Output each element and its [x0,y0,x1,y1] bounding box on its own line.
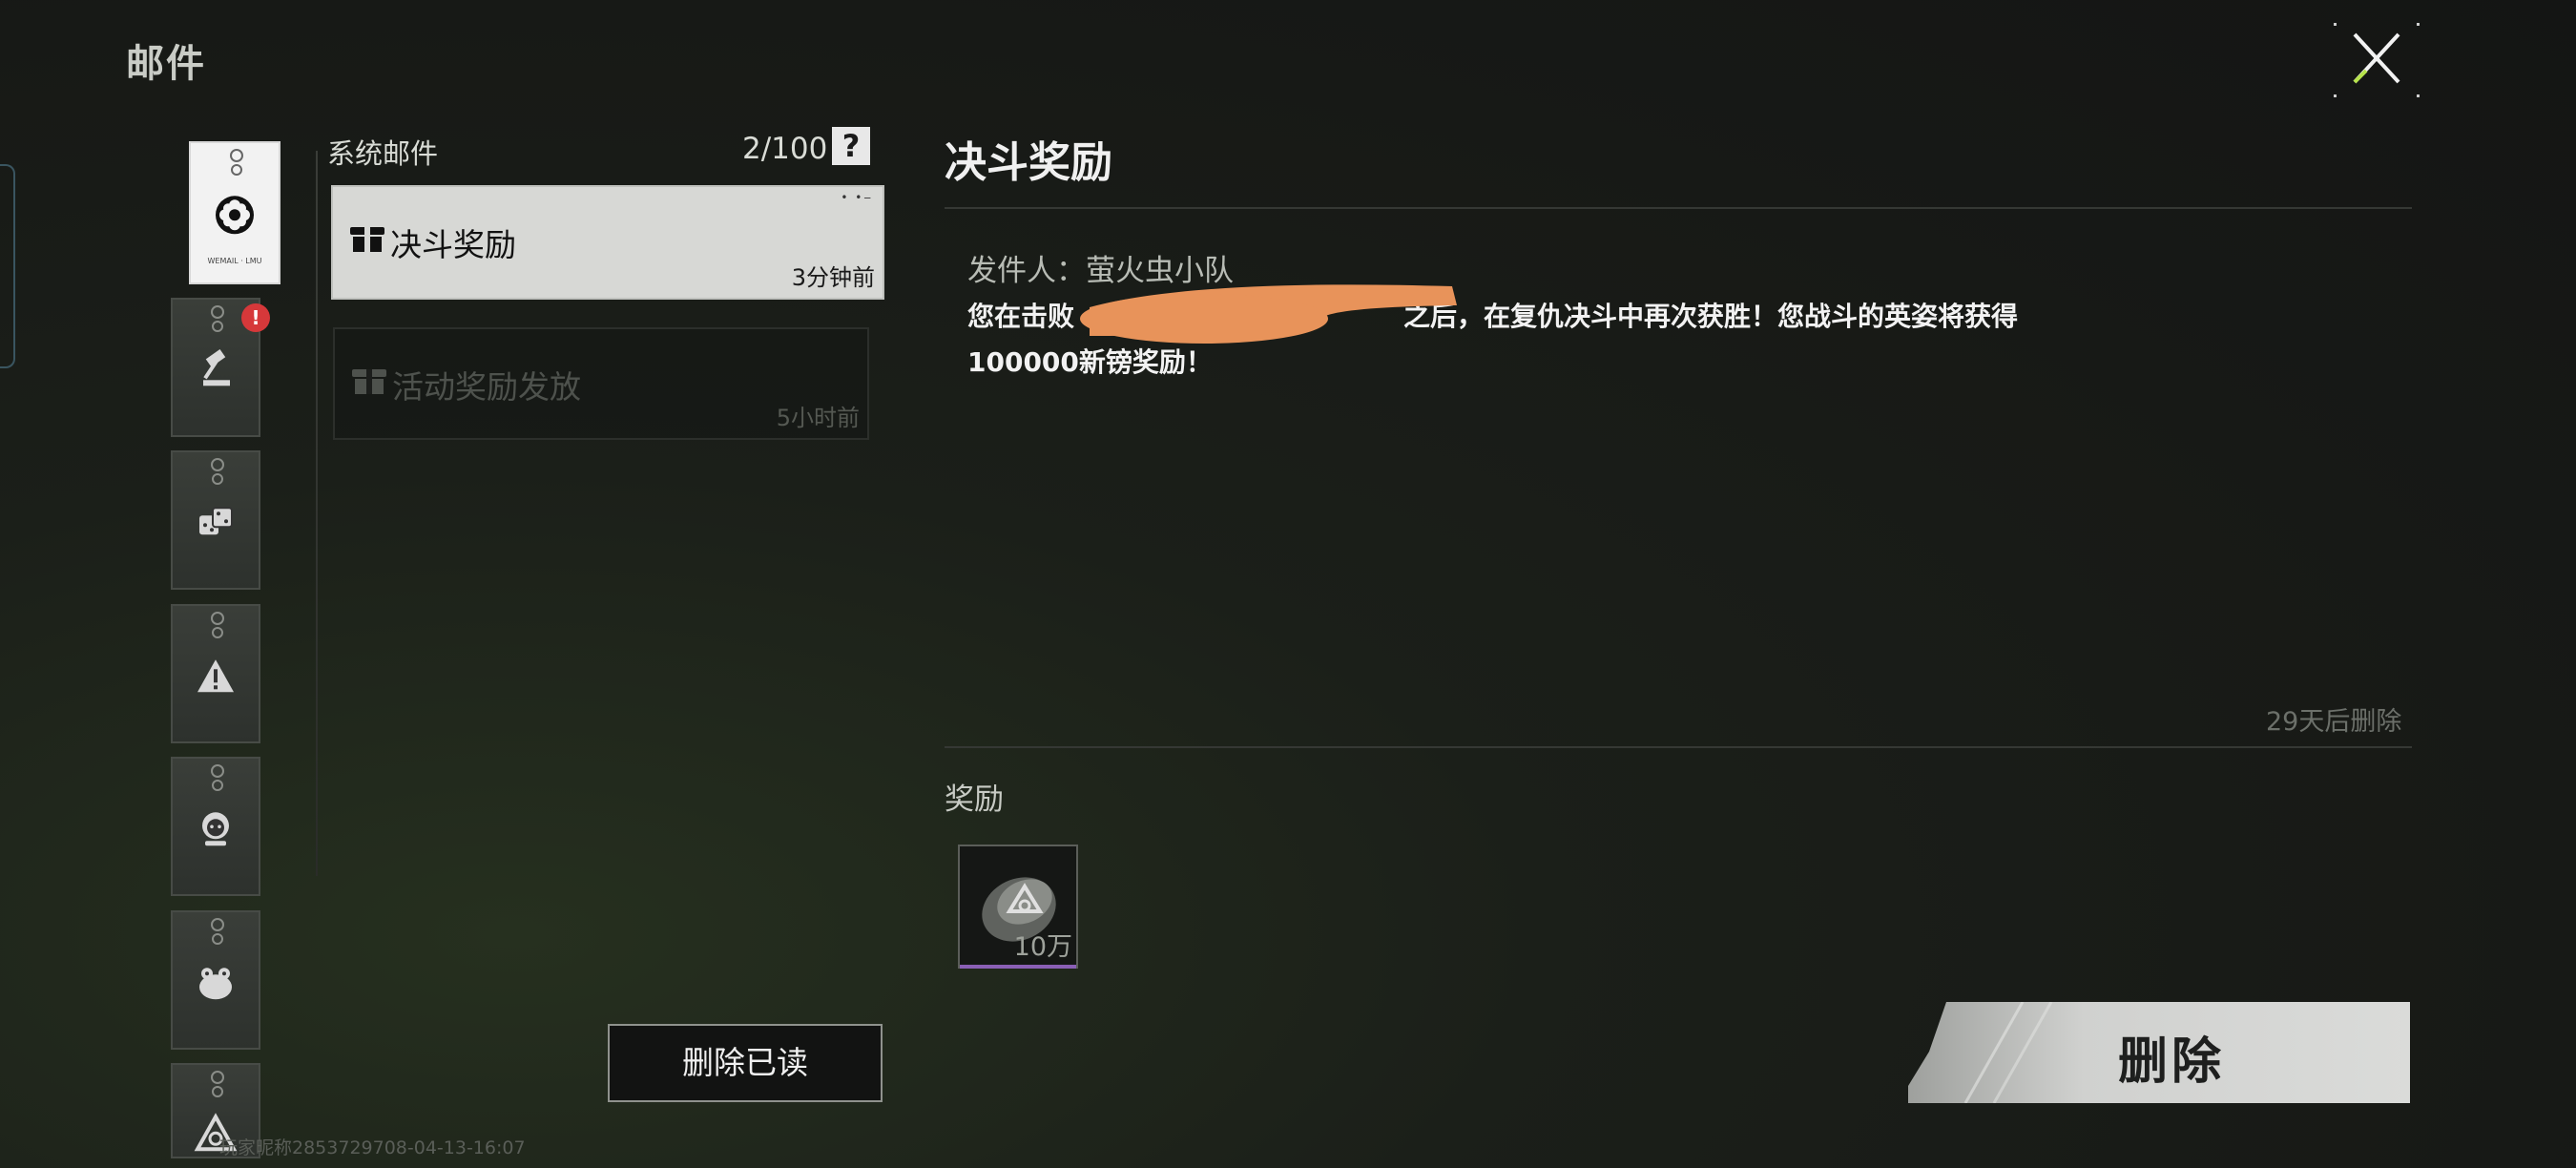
rail-divider [316,151,318,876]
pin-icon [211,612,224,625]
category-tab-warning[interactable] [171,604,260,743]
warning-icon [197,659,234,693]
close-icon [2353,32,2400,84]
pin-icon [231,164,242,176]
pin-icon [212,473,223,485]
mail-title: 活动奖励发放 [392,368,581,406]
pin-icon [211,764,224,778]
rarity-bar [960,965,1076,969]
mail-body-line1-end: 之后，在复仇决斗中再次获胜！您战斗的英姿将获得 [1403,301,2019,332]
corner-marks: • •‒ [841,191,873,204]
pin-icon [212,933,223,945]
mail-count: 2/100 [742,132,828,166]
pin-icon [212,1086,223,1097]
category-tab-system[interactable]: WEMAIL · LMU [189,141,280,284]
gavel-icon [203,349,230,386]
mail-time: 3分钟前 [791,264,875,291]
mail-gift-icon [350,227,384,252]
reward-divider [945,746,2412,748]
pin-icon [212,321,223,332]
delete-button[interactable]: 删除 [1908,1002,2410,1103]
pin-icon [211,918,224,931]
frog-icon [199,968,232,1000]
unread-badge: ! [241,303,270,332]
delete-button-label: 删除 [2118,1033,2226,1091]
category-tab-friend[interactable] [171,757,260,896]
mail-gift-icon [352,369,386,394]
detail-divider [945,207,2412,209]
mail-body-line2: 100000新镑奖励！ [967,346,1213,378]
mail-detail-title: 决斗奖励 [945,138,1112,187]
player-watermark: 玩家昵称2853729708-04-13-16:07 [219,1137,526,1158]
mail-body-line1-start: 您在击败 [967,301,1075,332]
mail-title: 决斗奖励 [390,226,516,263]
delete-read-button[interactable]: 删除已读 [608,1024,883,1102]
category-tab-frog[interactable] [171,910,260,1050]
pin-icon [212,780,223,791]
pin-icon [212,627,223,638]
rewards-label: 奖励 [945,782,1004,817]
reward-item[interactable]: 10万 [958,845,1078,969]
dice-icon [199,507,233,535]
pin-icon [211,1071,224,1084]
mail-list-item[interactable]: • •‒ 决斗奖励 3分钟前 [331,185,884,300]
expire-notice: 29天后删除 [2266,707,2402,737]
help-icon[interactable]: ? [832,127,870,165]
avatar-icon [202,812,229,846]
category-tab-dice[interactable] [171,450,260,590]
reward-quantity: 10万 [1013,932,1072,962]
mail-list-item[interactable]: 活动奖励发放 5小时前 [333,327,869,440]
pin-icon [230,149,243,162]
redaction-scribble [1080,284,1457,344]
pin-icon [211,305,224,319]
list-title: 系统邮件 [327,137,439,170]
mail-time: 5小时前 [776,405,860,431]
page-title: 邮件 [126,42,206,86]
side-drawer-handle[interactable] [0,164,15,368]
close-button[interactable] [2334,23,2420,97]
flower-icon [216,196,254,235]
pin-icon [211,458,224,471]
envelope-caption: WEMAIL · LMU [207,257,262,265]
